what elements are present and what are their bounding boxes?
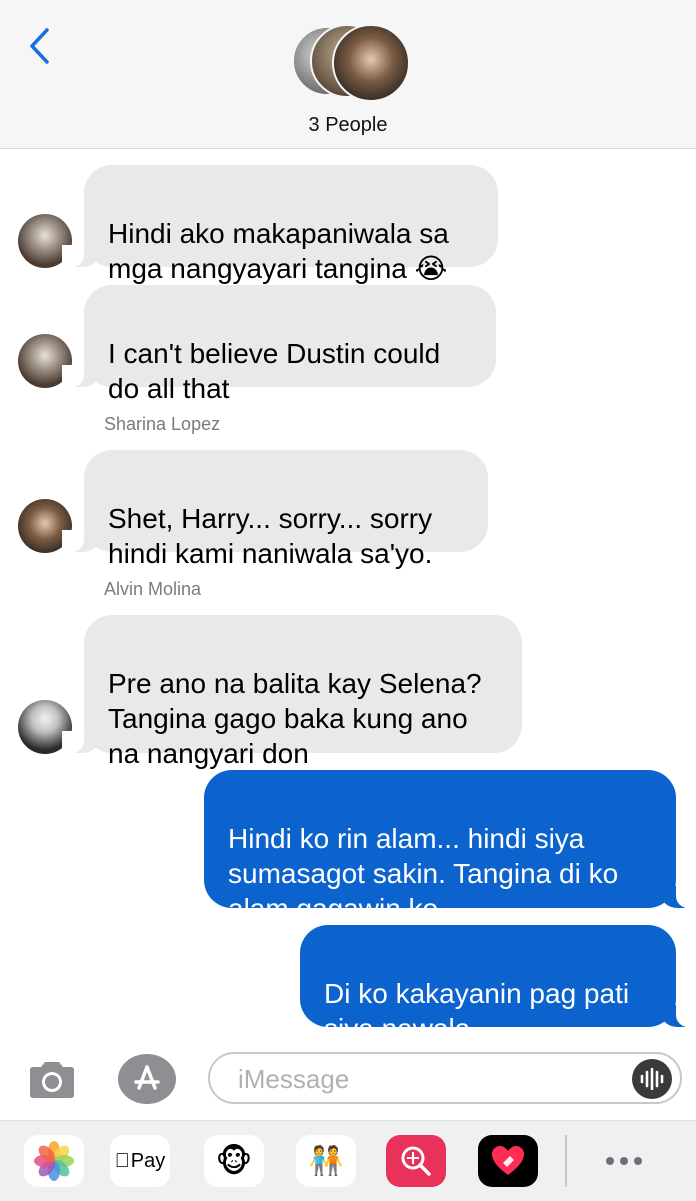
memoji-stickers-button[interactable]: 🧑‍🤝‍🧑 <box>296 1135 356 1187</box>
app-store-icon <box>134 1065 160 1090</box>
message-bubble[interactable]: Hindi ko rin alam... hindi siya sumasago… <box>204 770 696 924</box>
photos-icon <box>34 1141 74 1181</box>
back-button[interactable] <box>22 26 56 66</box>
message-text: Hindi ko rin alam... hindi siya sumasago… <box>228 823 619 924</box>
app-store-button[interactable] <box>118 1054 176 1104</box>
message-input-placeholder: iMessage <box>238 1064 350 1094</box>
message-bubble[interactable]: I can't believe Dustin could do all that <box>62 285 496 404</box>
group-avatars[interactable] <box>292 24 410 102</box>
message-text: Shet, Harry... sorry... sorry hindi kami… <box>108 503 433 569</box>
divider <box>565 1135 567 1187</box>
message-input[interactable]: iMessage <box>208 1052 682 1104</box>
memoji-stickers-icon: 🧑‍🤝‍🧑 <box>308 1145 344 1176</box>
apple-logo-icon:  <box>115 1150 130 1173</box>
image-search-icon <box>401 1146 431 1176</box>
message-bubble[interactable]: Hindi ako makapaniwala sa mga nangyayari… <box>62 165 498 284</box>
digital-touch-icon <box>492 1146 524 1175</box>
monkey-memoji-icon: 🐵 <box>215 1143 253 1179</box>
apple-pay-label: Pay <box>123 1149 165 1172</box>
photos-app-button[interactable] <box>24 1135 84 1187</box>
avatar <box>332 24 410 102</box>
message-bubble[interactable]: Pre ano na balita kay Selena? Tangina ga… <box>62 615 522 769</box>
camera-icon <box>30 1062 74 1098</box>
more-apps-button[interactable] <box>594 1135 654 1187</box>
compose-bar: iMessage <box>0 1036 696 1120</box>
digital-touch-button[interactable] <box>478 1135 538 1187</box>
message-text: Hindi ako makapaniwala sa mga nangyayari… <box>108 218 449 284</box>
app-drawer:  Pay 🐵 🧑‍🤝‍🧑 <box>0 1120 696 1201</box>
more-icon <box>606 1157 642 1165</box>
message-bubble[interactable]: Shet, Harry... sorry... sorry hindi kami… <box>62 450 488 569</box>
voice-button[interactable] <box>632 1059 672 1099</box>
apple-pay-button[interactable]:  Pay <box>110 1135 170 1187</box>
animoji-button[interactable]: 🐵 <box>204 1135 264 1187</box>
message-bubble[interactable]: Di ko kakayanin pag pati siya nawala <box>300 925 696 1044</box>
chevron-left-icon <box>30 28 49 64</box>
sender-name: Alvin Molina <box>104 579 202 599</box>
message-text: I can't believe Dustin could do all that <box>108 338 441 404</box>
sender-name: Sharina Lopez <box>104 414 221 434</box>
group-title[interactable]: 3 People <box>0 114 696 137</box>
message-text: Pre ano na balita kay Selena? Tangina ga… <box>108 668 482 769</box>
image-search-button[interactable] <box>386 1135 446 1187</box>
camera-button[interactable] <box>26 1060 78 1100</box>
waveform-icon <box>640 1068 664 1090</box>
conversation-header: 3 People <box>0 0 696 149</box>
message-text: Di ko kakayanin pag pati siya nawala <box>324 978 630 1044</box>
